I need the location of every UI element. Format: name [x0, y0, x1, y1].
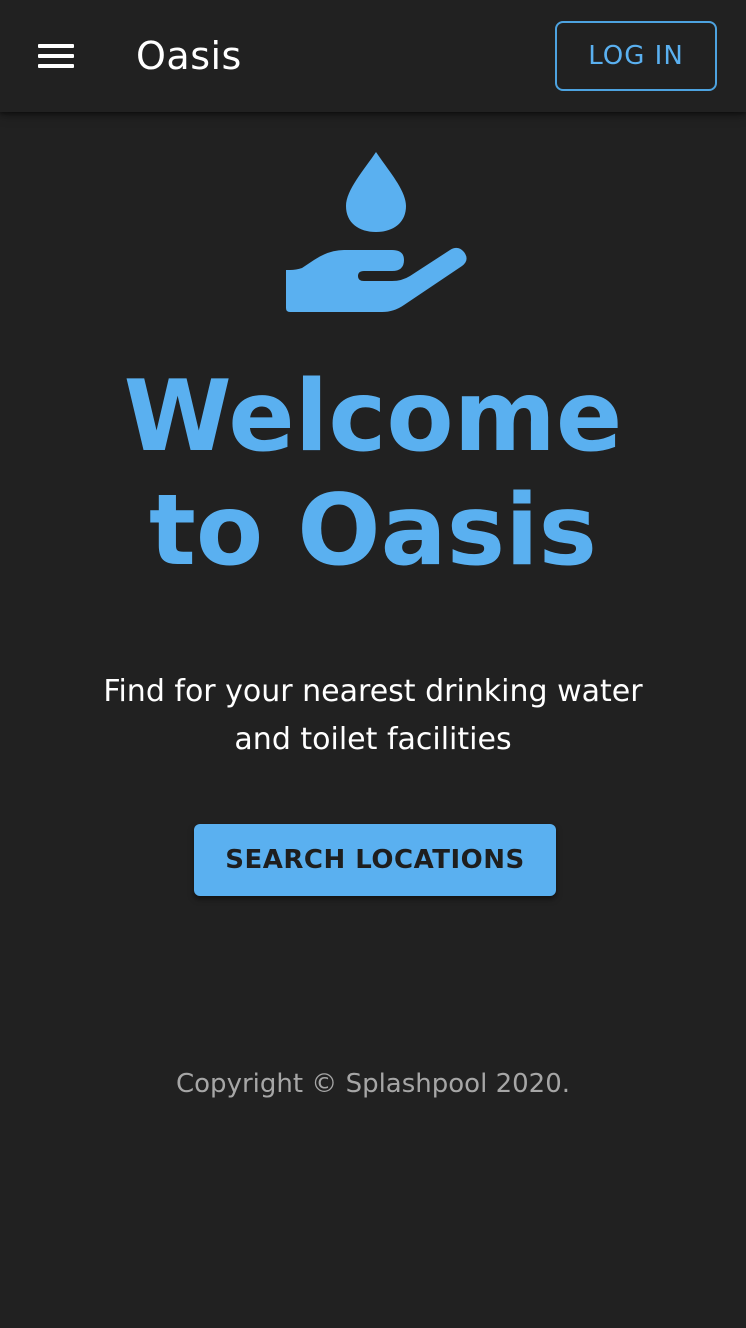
welcome-heading: Welcome to Oasis	[0, 360, 746, 588]
login-button[interactable]: LOG IN	[555, 21, 717, 91]
hero-subtitle-line-1: Find for your nearest drinking water	[103, 674, 643, 709]
hero-subtitle-line-2: and toilet facilities	[234, 722, 512, 757]
menu-button[interactable]	[24, 32, 88, 80]
app-title: Oasis	[136, 34, 242, 78]
water-drop-hand-icon	[286, 152, 467, 312]
search-locations-button[interactable]: SEARCH LOCATIONS	[194, 824, 556, 896]
welcome-heading-line-2: to Oasis	[149, 474, 597, 588]
app-bar: Oasis LOG IN	[0, 0, 746, 112]
hero-subtitle: Find for your nearest drinking water and…	[60, 668, 686, 764]
welcome-heading-line-1: Welcome	[123, 360, 623, 474]
copyright-text: Copyright © Splashpool 2020.	[176, 1069, 570, 1099]
